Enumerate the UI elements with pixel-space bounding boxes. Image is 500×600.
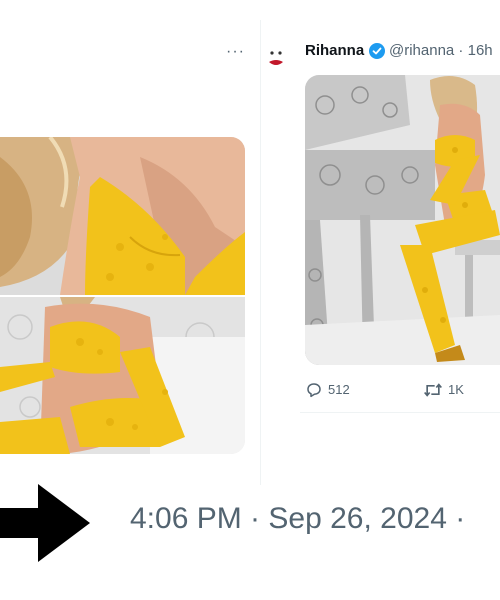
media-image-top[interactable] [0,137,245,295]
more-options-button[interactable]: ··· [226,44,245,60]
retweet-icon [424,383,442,397]
reply-count: 512 [328,382,350,397]
media-image-piano[interactable] [305,75,500,365]
photo-piano-yellow [305,75,500,365]
reply-button[interactable]: 512 [305,381,350,399]
avatar[interactable] [262,44,290,72]
author-name[interactable]: Rihanna [305,42,364,60]
tweet-timestamp[interactable]: 4:06 PM · Sep 26, 2024 · [130,500,465,538]
retweet-button[interactable]: 1K [423,381,464,399]
media-image-bottom[interactable] [0,297,245,454]
column-divider [260,20,261,485]
author-handle-time[interactable]: @rihanna · 16h [389,42,493,60]
tweet-divider [300,412,500,413]
retweet-count: 1K [448,382,464,397]
verified-badge-icon [369,43,385,59]
reply-icon [307,383,321,398]
photo-lingerie-top [0,137,245,295]
arrow-icon [0,484,90,562]
photo-lingerie-bottom [0,297,245,454]
avatar-lips-icon [262,44,290,72]
